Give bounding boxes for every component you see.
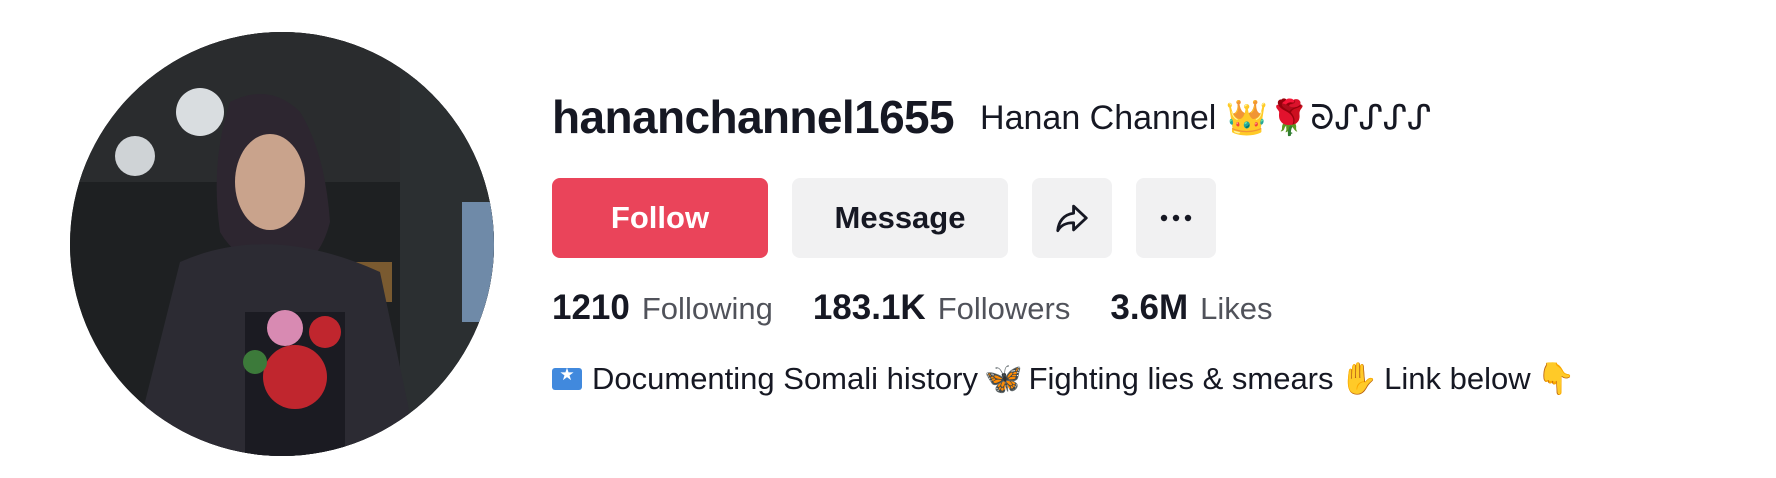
somalia-flag-icon <box>552 365 582 390</box>
followers-count: 183.1K <box>812 288 926 327</box>
likes-count: 3.6M <box>1110 288 1189 327</box>
more-icon <box>1160 214 1192 222</box>
profile-header: hananchannel1655 Hanan Channel 👑🌹ᘐᔑᔑᔑᔑ F… <box>0 0 1776 478</box>
pointing-down-icon: 👇 <box>1536 361 1576 396</box>
following-label: Following <box>641 291 773 326</box>
bio-text-3: Link below <box>1384 360 1531 396</box>
profile-info: hananchannel1655 Hanan Channel 👑🌹ᘐᔑᔑᔑᔑ F… <box>552 90 1732 397</box>
username: hananchannel1655 <box>552 91 955 143</box>
following-count: 1210 <box>552 288 630 327</box>
bio: Documenting Somali history 🦋 Fighting li… <box>552 360 1732 397</box>
stat-following[interactable]: 1210 Following <box>552 288 773 328</box>
share-icon <box>1056 204 1088 233</box>
share-button[interactable] <box>1032 178 1112 258</box>
followers-label: Followers <box>937 291 1071 326</box>
message-button[interactable]: Message <box>792 178 1008 258</box>
stats-row: 1210 Following 183.1K Followers 3.6M Lik… <box>552 288 1732 332</box>
butterfly-icon: 🦋 <box>983 361 1023 396</box>
action-buttons: Follow Message <box>552 178 1732 258</box>
bio-text-1: Documenting Somali history <box>592 360 978 396</box>
follow-button[interactable]: Follow <box>552 178 768 258</box>
raised-hand-icon: ✋ <box>1339 361 1379 396</box>
avatar[interactable] <box>70 32 494 456</box>
avatar-image <box>70 32 494 456</box>
likes-label: Likes <box>1200 291 1273 326</box>
title-row: hananchannel1655 Hanan Channel 👑🌹ᘐᔑᔑᔑᔑ <box>552 90 1732 154</box>
bio-text-2: Fighting lies & smears <box>1028 360 1334 396</box>
stat-likes: 3.6M Likes <box>1110 288 1272 328</box>
more-button[interactable] <box>1136 178 1216 258</box>
stat-followers[interactable]: 183.1K Followers <box>813 288 1071 328</box>
nickname: Hanan Channel 👑🌹ᘐᔑᔑᔑᔑ <box>980 99 1432 137</box>
